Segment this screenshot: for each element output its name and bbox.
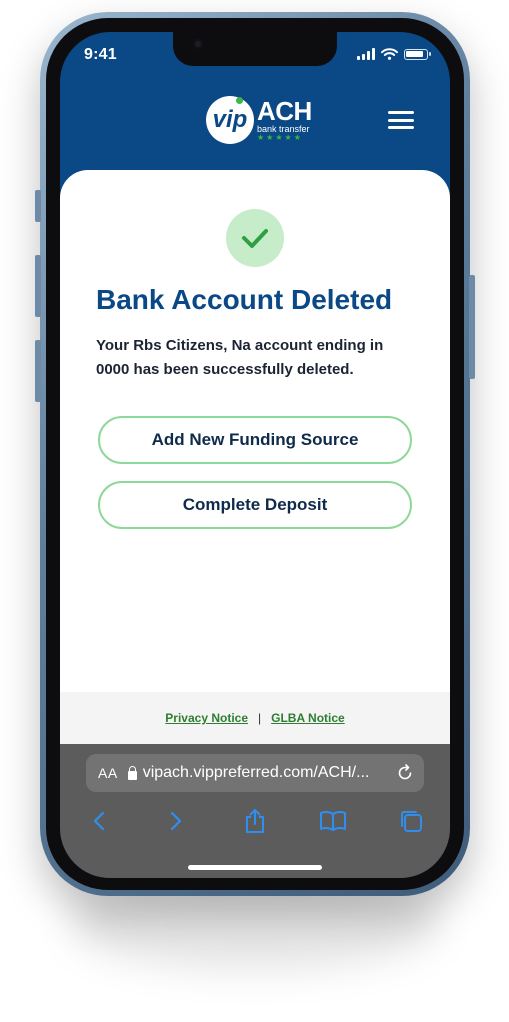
- home-indicator: [188, 865, 322, 870]
- tabs-button[interactable]: [396, 806, 426, 836]
- back-icon: [93, 811, 105, 831]
- volume-down-button: [35, 340, 41, 402]
- confirmation-card: Bank Account Deleted Your Rbs Citizens, …: [60, 170, 450, 692]
- forward-icon: [170, 811, 182, 831]
- forward-button[interactable]: [161, 806, 191, 836]
- logo-circle-text: vip: [212, 106, 248, 133]
- power-button: [469, 275, 475, 379]
- confirmation-message: Your Rbs Citizens, Na account ending in …: [96, 337, 384, 378]
- bookmarks-button[interactable]: [318, 806, 348, 836]
- url-text: vipach.vippreferred.com/ACH/...: [142, 764, 370, 781]
- page-title: Bank Account Deleted: [96, 284, 393, 315]
- logo-main-text: ACH: [257, 96, 312, 126]
- signal-icon: [357, 48, 375, 60]
- notch: [173, 32, 337, 66]
- reload-icon[interactable]: [396, 764, 414, 782]
- text-size-button[interactable]: AA: [98, 765, 118, 781]
- volume-up-button: [35, 255, 41, 317]
- front-camera: [193, 39, 203, 49]
- browser-toolbar: [60, 806, 450, 836]
- logo-wordmark: ACH bank transfer ★★★★★: [257, 98, 312, 142]
- status-time: 9:41: [84, 46, 117, 63]
- checkmark-icon: [242, 229, 268, 248]
- share-button[interactable]: [240, 806, 270, 836]
- lock-icon: [127, 765, 137, 780]
- logo-stars: ★★★★★: [257, 133, 303, 142]
- share-icon: [246, 809, 264, 833]
- vip-ach-logo[interactable]: vip ACH bank transfer ★★★★★: [206, 96, 312, 144]
- logo-dot: [236, 97, 243, 104]
- tabs-icon: [401, 811, 422, 832]
- glba-notice-link[interactable]: GLBA Notice: [271, 711, 345, 725]
- menu-icon[interactable]: [388, 111, 414, 129]
- logo-badge: vip: [206, 96, 254, 144]
- back-button[interactable]: [84, 806, 114, 836]
- address-bar[interactable]: AA vipach.vippreferred.com/ACH/...: [86, 754, 424, 792]
- add-funding-source-button[interactable]: Add New Funding Source: [98, 416, 412, 464]
- complete-deposit-button[interactable]: Complete Deposit: [98, 481, 412, 529]
- silent-switch: [35, 190, 41, 222]
- footer-separator: |: [258, 711, 262, 725]
- phone-screen: 9:41 vip ACH bank transfer ★★★★★ Bank Ac…: [60, 32, 450, 878]
- privacy-notice-link[interactable]: Privacy Notice: [165, 711, 248, 725]
- safari-bottom-bar: AA vipach.vippreferred.com/ACH/...: [60, 744, 450, 878]
- success-badge: [226, 209, 284, 267]
- wifi-icon: [381, 48, 398, 60]
- battery-icon: [404, 48, 431, 60]
- bookmarks-icon: [320, 810, 346, 831]
- status-icons: [357, 48, 431, 60]
- page-footer: Privacy Notice | GLBA Notice: [60, 692, 450, 744]
